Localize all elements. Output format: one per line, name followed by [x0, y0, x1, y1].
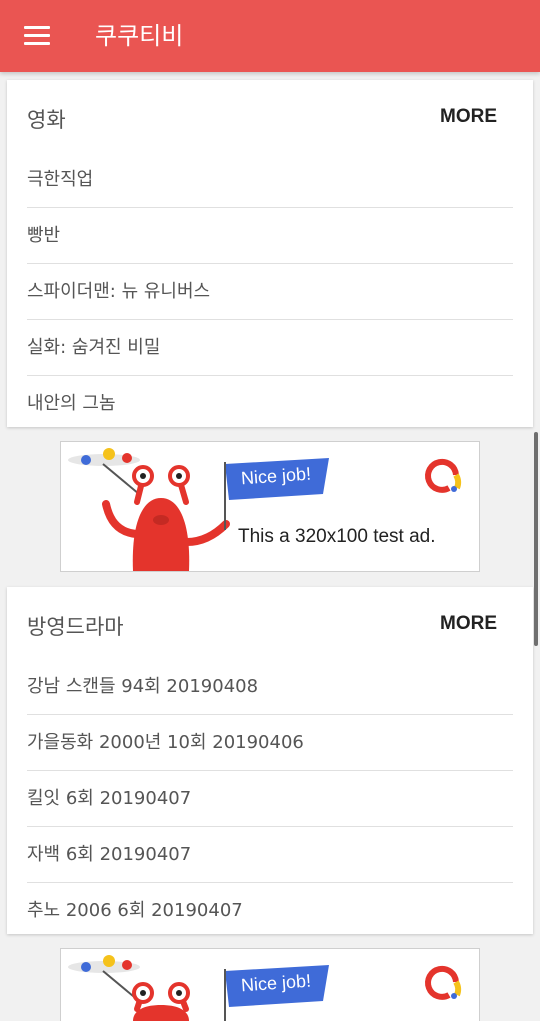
drama-list: 강남 스캔들 94회 20190408 가을동화 2000년 10회 20190…	[27, 659, 513, 938]
section-title: 방영드라마	[27, 615, 124, 639]
list-item[interactable]: 극한직업	[27, 152, 513, 208]
section-card-movies: 영화 MORE 극한직업 빵반 스파이더맨: 뉴 유니버스 실화: 숨겨진 비밀…	[7, 80, 533, 427]
ad-text: This a 320x100 test ad.	[238, 526, 436, 547]
list-item[interactable]: 자백 6회 20190407	[27, 827, 513, 883]
list-item[interactable]: 스파이더맨: 뉴 유니버스	[27, 264, 513, 320]
list-item[interactable]: 추노 2006 6회 20190407	[27, 883, 513, 938]
ad-illustration	[68, 448, 462, 571]
section-title: 영화	[27, 108, 66, 132]
test-ad-banner[interactable]: Nice job!	[60, 948, 480, 1021]
test-ad-banner[interactable]: Nice job! This a 320x100 test ad.	[60, 441, 480, 572]
more-button[interactable]: MORE	[440, 106, 497, 128]
section-card-dramas: 방영드라마 MORE 강남 스캔들 94회 20190408 가을동화 2000…	[7, 587, 533, 934]
list-item[interactable]: 내안의 그놈	[27, 376, 513, 431]
app-title: 쿠쿠티비	[95, 22, 184, 50]
list-item[interactable]: 강남 스캔들 94회 20190408	[27, 659, 513, 715]
hamburger-menu-icon[interactable]	[24, 26, 50, 46]
list-item[interactable]: 가을동화 2000년 10회 20190406	[27, 715, 513, 771]
list-item[interactable]: 실화: 숨겨진 비밀	[27, 320, 513, 376]
app-bar: 쿠쿠티비	[0, 0, 540, 72]
list-item[interactable]: 킬잇 6회 20190407	[27, 771, 513, 827]
list-item[interactable]: 빵반	[27, 208, 513, 264]
scrollbar[interactable]	[534, 432, 538, 646]
movie-list: 극한직업 빵반 스파이더맨: 뉴 유니버스 실화: 숨겨진 비밀 내안의 그놈	[27, 152, 513, 431]
more-button[interactable]: MORE	[440, 613, 497, 635]
